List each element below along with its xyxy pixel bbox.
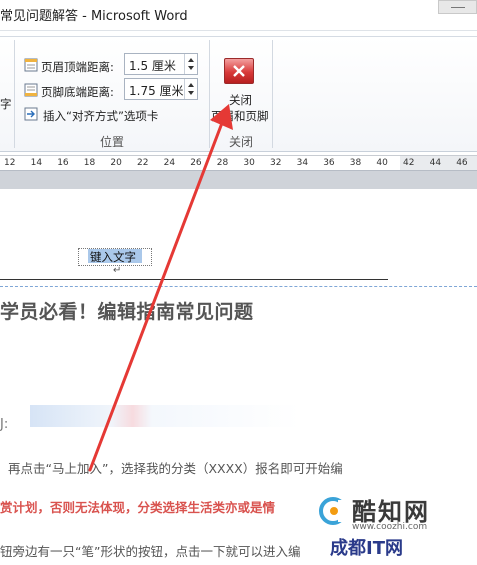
annotation-arrow-icon: [88, 104, 233, 472]
